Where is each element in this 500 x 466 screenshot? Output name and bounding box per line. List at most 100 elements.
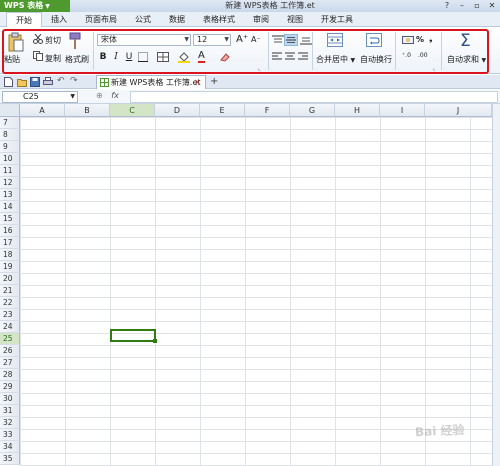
tab-formulas[interactable]: 公式 xyxy=(126,12,160,26)
app-menu-button[interactable]: WPS 表格 ▼ xyxy=(0,0,70,12)
column-header-c[interactable]: C xyxy=(110,104,155,117)
add-tab-button[interactable]: + xyxy=(210,75,222,89)
number-dialog-launcher-icon[interactable]: ⌞ xyxy=(433,65,436,72)
scissors-icon[interactable] xyxy=(33,34,43,44)
help-button[interactable]: ? xyxy=(441,0,453,12)
column-header-a[interactable]: A xyxy=(20,104,65,117)
wrap-text-button[interactable]: 自动换行 xyxy=(360,54,392,65)
row-header[interactable]: 9 xyxy=(0,141,20,153)
fx-icon[interactable]: fx xyxy=(111,91,119,100)
new-file-icon[interactable] xyxy=(4,77,13,87)
shrink-font-button[interactable]: A⁻ xyxy=(251,35,261,44)
row-header[interactable]: 26 xyxy=(0,345,20,357)
fill-color-icon[interactable] xyxy=(178,51,190,63)
row-header[interactable]: 35 xyxy=(0,453,20,465)
currency-format-icon[interactable] xyxy=(402,35,414,45)
row-header[interactable]: 12 xyxy=(0,177,20,189)
font-name-select[interactable]: 宋体 ▼ xyxy=(97,34,191,46)
active-cell[interactable] xyxy=(110,329,157,343)
font-color-button[interactable]: A xyxy=(198,50,205,63)
select-all-corner[interactable] xyxy=(0,104,20,117)
row-header[interactable]: 8 xyxy=(0,129,20,141)
row-header[interactable]: 32 xyxy=(0,417,20,429)
sigma-icon[interactable]: Σ xyxy=(460,31,471,51)
row-header[interactable]: 22 xyxy=(0,297,20,309)
row-header[interactable]: 27 xyxy=(0,357,20,369)
redo-icon[interactable]: ↷ xyxy=(70,76,78,86)
column-header-j[interactable]: J xyxy=(425,104,492,117)
document-tab[interactable]: 新建 WPS表格 工作簿.et ✕ xyxy=(96,75,206,89)
align-right-icon[interactable] xyxy=(298,52,308,61)
copy-icon[interactable] xyxy=(33,51,43,61)
table-border-icon[interactable] xyxy=(157,52,169,62)
name-box[interactable]: C25 ▼ xyxy=(2,91,78,103)
row-header[interactable]: 16 xyxy=(0,225,20,237)
fill-handle[interactable] xyxy=(153,339,157,343)
row-header-selected[interactable]: 25 xyxy=(0,333,20,345)
row-header[interactable]: 31 xyxy=(0,405,20,417)
tab-view[interactable]: 视图 xyxy=(278,12,312,26)
tab-home[interactable]: 开始 xyxy=(6,12,42,27)
copy-button[interactable]: 复制 xyxy=(45,53,61,64)
row-header[interactable]: 13 xyxy=(0,189,20,201)
merge-center-icon[interactable] xyxy=(327,33,343,47)
open-folder-icon[interactable] xyxy=(17,78,27,87)
tab-developer[interactable]: 开发工具 xyxy=(312,12,362,26)
cell-grid[interactable] xyxy=(20,117,492,466)
column-header-h[interactable]: H xyxy=(335,104,380,117)
print-icon[interactable] xyxy=(43,77,53,87)
undo-icon[interactable]: ↶ xyxy=(57,76,65,86)
vertical-scrollbar[interactable] xyxy=(492,104,500,466)
tab-page-layout[interactable]: 页面布局 xyxy=(76,12,126,26)
row-header[interactable]: 20 xyxy=(0,273,20,285)
format-painter-icon[interactable] xyxy=(68,32,82,50)
cut-button[interactable]: 剪切 xyxy=(45,35,61,46)
row-header[interactable]: 10 xyxy=(0,153,20,165)
row-header[interactable]: 30 xyxy=(0,393,20,405)
italic-button[interactable]: I xyxy=(110,51,122,63)
align-bottom-icon[interactable] xyxy=(300,35,312,45)
grow-font-button[interactable]: A⁺ xyxy=(236,34,248,45)
close-tab-icon[interactable]: ✕ xyxy=(194,76,201,89)
align-center-icon[interactable] xyxy=(285,52,295,61)
column-header-f[interactable]: F xyxy=(245,104,290,117)
row-header[interactable]: 23 xyxy=(0,309,20,321)
minimize-button[interactable]: – xyxy=(456,0,468,12)
font-size-select[interactable]: 12 ▼ xyxy=(193,34,231,46)
row-header[interactable]: 34 xyxy=(0,441,20,453)
underline-button[interactable]: U xyxy=(123,51,135,63)
row-header[interactable]: 29 xyxy=(0,381,20,393)
font-dialog-launcher-icon[interactable]: ⌞ xyxy=(258,65,261,72)
row-header[interactable]: 33 xyxy=(0,429,20,441)
autosum-button[interactable]: 自动求和 ▼ xyxy=(447,54,486,65)
row-header[interactable]: 24 xyxy=(0,321,20,333)
formula-input[interactable] xyxy=(130,91,498,103)
decrease-decimal-button[interactable]: .00 xyxy=(418,52,428,59)
increase-decimal-button[interactable]: ⁺.0 xyxy=(402,52,411,59)
row-header[interactable]: 11 xyxy=(0,165,20,177)
row-header[interactable]: 18 xyxy=(0,249,20,261)
paste-icon[interactable] xyxy=(8,32,24,52)
comma-style-button[interactable]: ❟ xyxy=(429,34,433,44)
column-header-b[interactable]: B xyxy=(65,104,110,117)
format-painter-button[interactable]: 格式刷 xyxy=(65,54,89,65)
column-header-i[interactable]: I xyxy=(380,104,425,117)
row-header[interactable]: 21 xyxy=(0,285,20,297)
bold-button[interactable]: B xyxy=(97,51,109,63)
row-header[interactable]: 14 xyxy=(0,201,20,213)
tab-data[interactable]: 数据 xyxy=(160,12,194,26)
row-header[interactable]: 28 xyxy=(0,369,20,381)
merge-center-button[interactable]: 合并居中 ▼ xyxy=(316,54,355,65)
row-header[interactable]: 17 xyxy=(0,237,20,249)
row-header[interactable]: 15 xyxy=(0,213,20,225)
save-icon[interactable] xyxy=(30,77,40,87)
border-icon[interactable] xyxy=(138,52,148,62)
tab-review[interactable]: 审阅 xyxy=(244,12,278,26)
clear-format-icon[interactable] xyxy=(220,52,230,62)
wrap-text-icon[interactable] xyxy=(366,33,382,47)
column-header-d[interactable]: D xyxy=(155,104,200,117)
column-header-e[interactable]: E xyxy=(200,104,245,117)
percent-button[interactable]: % xyxy=(416,35,424,44)
zoom-icon[interactable]: ⊕ xyxy=(96,91,103,100)
tab-insert[interactable]: 插入 xyxy=(42,12,76,26)
